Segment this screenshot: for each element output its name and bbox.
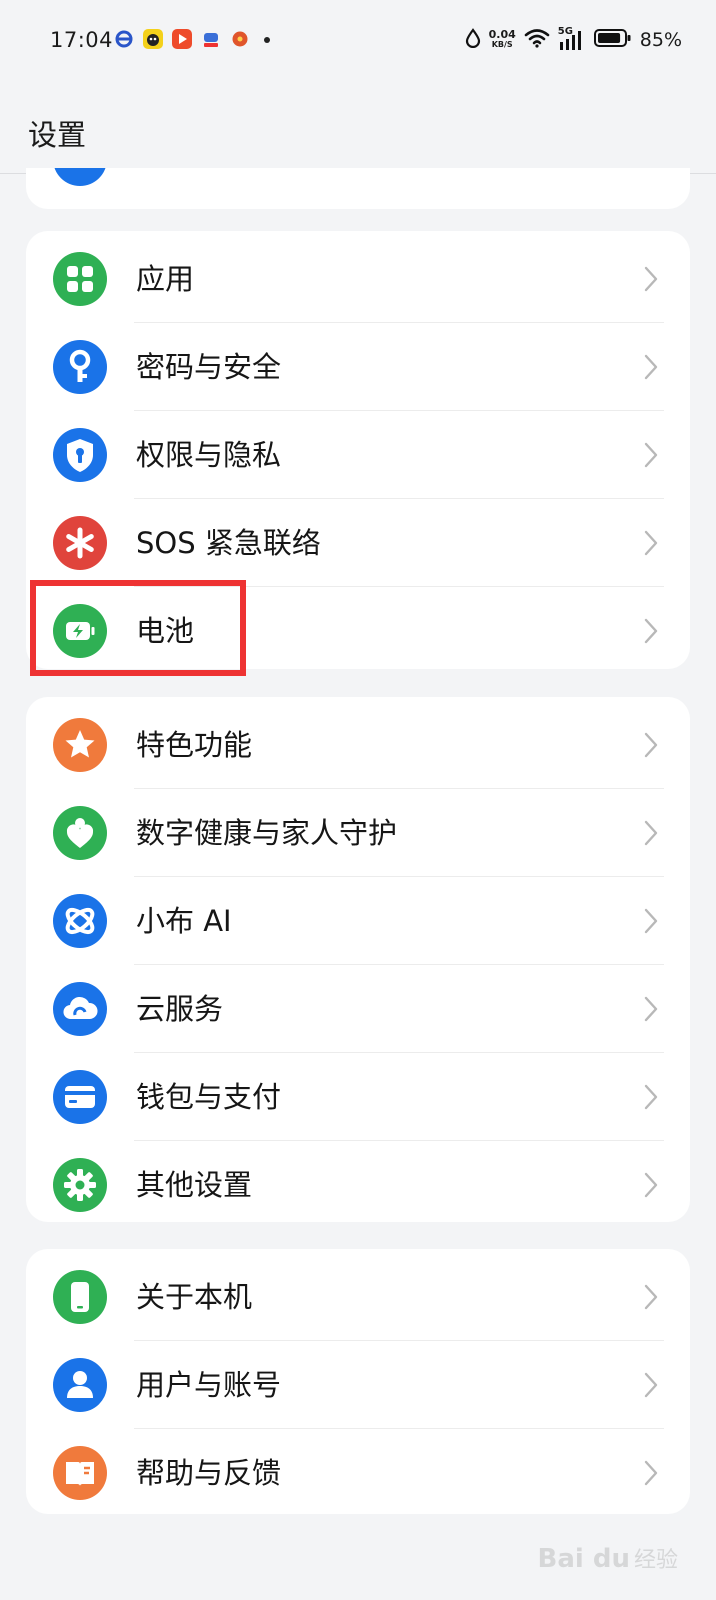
settings-item-asterisk[interactable]: SOS 紧急联络	[26, 499, 690, 587]
settings-item-label: 密码与安全	[136, 350, 282, 384]
settings-item-label: 应用	[136, 262, 195, 296]
star-icon	[53, 718, 107, 772]
chevron-right-icon	[642, 353, 660, 381]
net-speed: 0.04 KB/S	[488, 28, 516, 50]
heart-person-icon	[53, 806, 107, 860]
chevron-right-icon	[642, 1171, 660, 1199]
net-speed-value: 0.04	[488, 28, 516, 41]
settings-item-card[interactable]: 钱包与支付	[26, 1053, 690, 1141]
apps-grid-icon	[53, 252, 107, 306]
chevron-right-icon	[642, 265, 660, 293]
status-bar: 17:04 0.04 KB/S 5G 85%	[0, 0, 716, 84]
partial-blue-icon	[53, 168, 107, 186]
settings-item-label: 特色功能	[136, 728, 253, 762]
settings-group-2: 特色功能数字健康与家人守护 小布 AI 云服务钱包与支付其他设置	[26, 697, 690, 1222]
settings-item-label: 钱包与支付	[136, 1080, 282, 1114]
settings-item-label: SOS 紧急联络	[136, 526, 321, 560]
cellular-signal-icon: 5G	[558, 26, 586, 52]
settings-item-user[interactable]: 用户与账号	[26, 1341, 690, 1429]
settings-item-heart-person[interactable]: 数字健康与家人守护	[26, 789, 690, 877]
settings-item-label: 用户与账号	[136, 1368, 282, 1402]
shield-lock-icon	[53, 428, 107, 482]
battery-percent: 85%	[639, 29, 682, 51]
chevron-right-icon	[642, 995, 660, 1023]
page-title: 设置	[28, 118, 87, 152]
settings-item-book[interactable]: 帮助与反馈	[26, 1429, 690, 1517]
phone-icon	[53, 1270, 107, 1324]
shopping-app-icon	[230, 29, 250, 49]
chevron-right-icon	[642, 441, 660, 469]
cartoon-app-icon	[143, 29, 163, 49]
water-drop-icon	[465, 28, 481, 52]
wifi-icon	[524, 28, 550, 52]
battery-status-icon	[593, 28, 632, 52]
key-icon	[53, 340, 107, 394]
settings-item-orbit[interactable]: 小布 AI	[26, 877, 690, 965]
chevron-right-icon	[642, 1283, 660, 1311]
settings-item-phone[interactable]: 关于本机	[26, 1253, 690, 1341]
watermark-brand: Bai du	[537, 1544, 630, 1574]
chevron-right-icon	[642, 1459, 660, 1487]
settings-item-label: 权限与隐私	[136, 438, 282, 472]
settings-item-label: 小布 AI	[136, 904, 232, 938]
settings-group-partial[interactable]	[26, 168, 690, 209]
settings-item-cloud[interactable]: 云服务	[26, 965, 690, 1053]
asterisk-icon	[53, 516, 107, 570]
chevron-right-icon	[642, 907, 660, 935]
settings-group-3: 关于本机用户与账号帮助与反馈	[26, 1249, 690, 1514]
chevron-right-icon	[642, 1083, 660, 1111]
video-app-icon	[172, 29, 192, 49]
card-icon	[53, 1070, 107, 1124]
chevron-right-icon	[642, 617, 660, 645]
status-right-group: 0.04 KB/S 5G 85%	[465, 24, 682, 56]
watermark-suffix: 经验	[633, 1548, 678, 1573]
chevron-right-icon	[642, 819, 660, 847]
settings-item-label: 数字健康与家人守护	[136, 816, 398, 850]
book-icon	[53, 1446, 107, 1500]
chevron-right-icon	[642, 1371, 660, 1399]
chevron-right-icon	[642, 529, 660, 557]
settings-item-apps-grid[interactable]: 应用	[26, 235, 690, 323]
settings-item-label: 其他设置	[136, 1168, 253, 1202]
settings-item-star[interactable]: 特色功能	[26, 701, 690, 789]
settings-item-label: 关于本机	[136, 1280, 253, 1314]
settings-item-label: 云服务	[136, 992, 224, 1026]
chevron-right-icon	[642, 731, 660, 759]
more-notifications-dot	[264, 37, 270, 43]
cloud-icon	[53, 982, 107, 1036]
status-time: 17:04	[50, 28, 114, 52]
settings-item-gear[interactable]: 其他设置	[26, 1141, 690, 1229]
highlight-box	[30, 580, 246, 676]
gear-icon	[53, 1158, 107, 1212]
user-icon	[53, 1358, 107, 1412]
browser-app-icon	[114, 29, 134, 49]
settings-item-key[interactable]: 密码与安全	[26, 323, 690, 411]
baidu-watermark: Bai du 经验	[538, 1542, 678, 1574]
settings-item-shield-lock[interactable]: 权限与隐私	[26, 411, 690, 499]
net-speed-unit: KB/S	[491, 40, 513, 49]
news-app-icon	[201, 29, 221, 49]
orbit-icon	[53, 894, 107, 948]
settings-item-label: 帮助与反馈	[136, 1456, 282, 1490]
